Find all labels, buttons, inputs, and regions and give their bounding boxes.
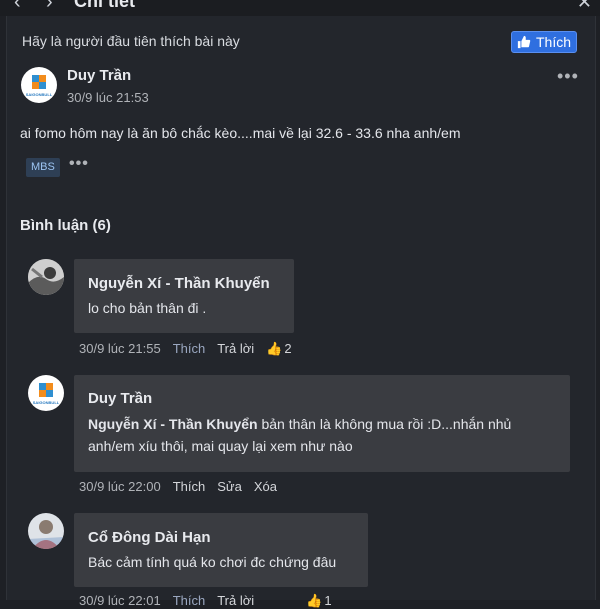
photo-avatar-image <box>28 513 64 549</box>
logo-mark <box>46 383 53 390</box>
comment-timestamp: 30/9 lúc 22:00 <box>79 479 161 494</box>
logo-mark <box>39 75 46 82</box>
comment-author[interactable]: Nguyễn Xí - Thần Khuyển <box>88 275 270 292</box>
thumbs-up-icon: 👍 <box>306 593 323 608</box>
window-title: Chi tiết <box>74 0 135 11</box>
reply-action[interactable]: Trả lời <box>217 593 254 608</box>
forward-arrow-icon[interactable]: › <box>46 0 53 14</box>
photo-avatar-image <box>28 259 64 295</box>
comment-meta: 30/9 lúc 22:00 Thích Sửa Xóa <box>79 479 289 494</box>
avatar[interactable] <box>28 259 64 295</box>
like-prompt: Hãy là người đầu tiên thích bài này <box>22 33 240 49</box>
logo-mark <box>39 383 46 390</box>
comment-timestamp: 30/9 lúc 21:55 <box>79 341 161 356</box>
logo-mark <box>39 82 46 89</box>
logo-mark <box>39 390 46 397</box>
comment-meta: 30/9 lúc 21:55 Thích Trả lời 👍 2 <box>79 341 316 357</box>
more-tags-icon[interactable]: ••• <box>69 155 89 173</box>
avatar[interactable]: SAIGONBULL <box>28 375 64 411</box>
comment-text: Nguyễn Xí - Thần Khuyển bản thân là khôn… <box>88 413 558 457</box>
comment-author[interactable]: Cổ Đông Dài Hạn <box>88 529 211 546</box>
comment-bubble <box>74 259 294 333</box>
back-arrow-icon[interactable]: ‹ <box>14 0 21 14</box>
like-button[interactable]: Thích <box>511 31 577 53</box>
more-options-icon[interactable]: ••• <box>557 66 579 87</box>
reply-action[interactable]: Trả lời <box>217 341 254 356</box>
logo-text: SAIGONBULL <box>32 400 60 405</box>
like-button-label: Thích <box>535 34 571 50</box>
thumbs-up-icon <box>517 35 531 49</box>
close-icon[interactable]: ✕ <box>577 0 592 13</box>
avatar[interactable]: SAIGONBULL <box>21 67 57 103</box>
reaction-count[interactable]: 👍 2 <box>266 341 303 356</box>
post-text: ai fomo hôm nay là ăn bô chắc kèo....mai… <box>20 125 461 141</box>
logo-mark <box>32 82 39 89</box>
like-action[interactable]: Thích <box>173 593 206 608</box>
reaction-count[interactable]: 👍 1 <box>306 593 343 608</box>
avatar[interactable] <box>28 513 64 549</box>
comment-text: lo cho bản thân đi . <box>88 300 207 316</box>
comment-author[interactable]: Duy Trần <box>88 390 152 407</box>
logo-mark <box>32 75 39 82</box>
mention[interactable]: Nguyễn Xí - Thần Khuyển <box>88 416 258 432</box>
post-timestamp: 30/9 lúc 21:53 <box>67 90 149 105</box>
title-bar: ‹ › Chi tiết ✕ <box>0 0 600 16</box>
comment-meta: 30/9 lúc 22:01 Thích Trả lời 👍 1 <box>79 593 356 609</box>
comment-text: Bác cảm tính quá ko chơi đc chứng đâu <box>88 554 337 570</box>
edit-action[interactable]: Sửa <box>217 479 242 494</box>
like-action[interactable]: Thích <box>173 479 206 494</box>
comment-text-line: bản thân là không mua rồi :D...nhắn nhủ <box>257 416 512 432</box>
reaction-count-value: 1 <box>324 593 332 608</box>
post-author[interactable]: Duy Trần <box>67 67 131 84</box>
comment-text-line: anh/em xíu thôi, mai quay lại xem như nà… <box>88 438 353 454</box>
logo-mark <box>46 390 53 397</box>
stock-tag[interactable]: MBS <box>26 158 60 177</box>
delete-action[interactable]: Xóa <box>254 479 277 494</box>
reaction-count-value: 2 <box>284 341 292 356</box>
logo-text: SAIGONBULL <box>25 92 53 97</box>
comment-bubble <box>74 513 368 587</box>
comments-header: Bình luận (6) <box>20 217 111 234</box>
like-action[interactable]: Thích <box>173 341 206 356</box>
comment-timestamp: 30/9 lúc 22:01 <box>79 593 161 608</box>
thumbs-up-icon: 👍 <box>266 341 283 356</box>
